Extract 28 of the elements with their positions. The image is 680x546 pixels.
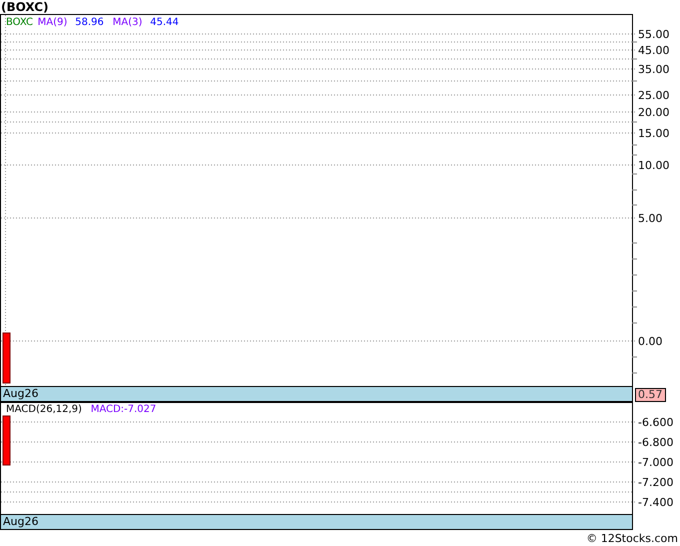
axis-label: -6.600 [638,416,674,429]
legend-label: 45.44 [150,17,179,28]
axis-label: 10.00 [638,159,670,172]
axis-label: 15.00 [638,127,670,140]
date-label: Aug26 [3,387,38,400]
axis-label: 25.00 [638,89,670,102]
axis-label: 45.00 [638,44,670,57]
date-label: Aug26 [3,515,38,528]
axis-label: 55.00 [638,28,670,41]
legend-label: BOXC [6,17,34,28]
axis-label: -6.800 [638,436,674,449]
legend-label: MA(9) [38,17,68,28]
axis-label: -7.400 [638,496,674,509]
axis-label: 0.00 [638,335,662,348]
legend-label: MACD:-7.027 [90,404,156,415]
chart-title: (BOXC) [0,0,50,14]
legend-label: MA(3) [112,17,142,28]
price-candle [2,332,10,384]
axis-label: 5.00 [638,212,662,225]
axis-label: 35.00 [638,63,670,76]
price-badge: 0.57 [635,388,666,402]
legend-label: MACD(26,12,9) [6,404,82,415]
axis-label: 20.00 [638,106,670,119]
macd-bar [2,416,10,466]
legend-label: 58.96 [75,17,104,28]
copyright-text: © 12Stocks.com [586,532,678,544]
axis-label: -7.200 [638,476,674,489]
axis-label: -7.000 [638,456,674,469]
